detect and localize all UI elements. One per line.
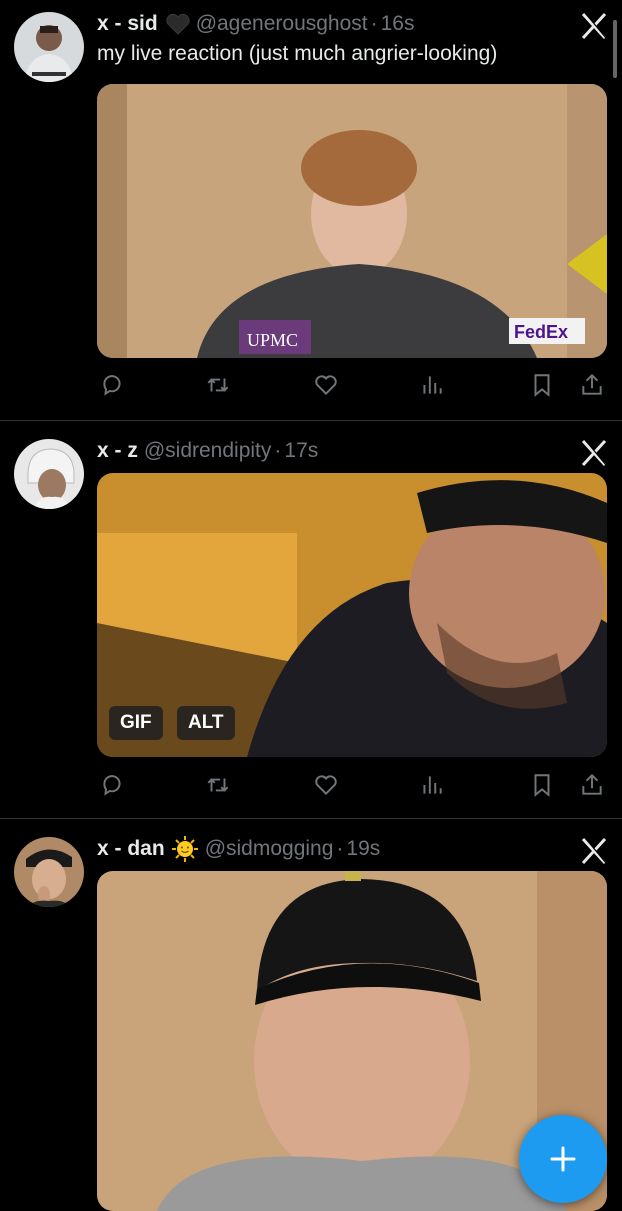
tweet-header: x - sid @agenerousghost · 16s	[97, 10, 414, 38]
reply-button[interactable]	[97, 370, 127, 400]
display-name[interactable]: x - sid	[97, 12, 158, 36]
avatar[interactable]	[14, 439, 84, 509]
views-button[interactable]	[417, 370, 447, 400]
plus-icon	[550, 1146, 576, 1172]
retweet-button[interactable]	[203, 370, 233, 400]
black-heart-icon	[166, 13, 190, 35]
bookmark-button[interactable]	[527, 770, 557, 800]
grok-x-icon[interactable]	[580, 837, 608, 865]
tweet-1[interactable]: x - sid @agenerousghost · 16s my live re…	[0, 0, 622, 420]
views-button[interactable]	[417, 770, 447, 800]
compose-button[interactable]	[519, 1115, 607, 1203]
timestamp[interactable]: 17s	[284, 439, 318, 463]
like-icon	[315, 375, 337, 396]
timestamp[interactable]: 19s	[346, 837, 380, 861]
like-button[interactable]	[311, 370, 341, 400]
sun-face-icon	[171, 835, 199, 863]
separator: ·	[336, 837, 344, 860]
views-icon	[423, 376, 442, 394]
share-button[interactable]	[577, 370, 607, 400]
bookmark-icon	[534, 374, 550, 397]
timestamp[interactable]: 16s	[381, 12, 415, 36]
handle[interactable]: @sidmogging	[205, 837, 334, 861]
reply-button[interactable]	[97, 770, 127, 800]
avatar[interactable]	[14, 837, 84, 907]
tweet-actions	[97, 370, 607, 400]
tweet-text: my live reaction (just much angrier-look…	[97, 42, 498, 65]
reply-icon	[103, 375, 121, 396]
separator: ·	[370, 12, 378, 35]
grok-x-icon[interactable]	[580, 12, 608, 40]
handle[interactable]: @sidrendipity	[144, 439, 272, 463]
retweet-button[interactable]	[203, 770, 233, 800]
tweet-actions	[97, 770, 607, 800]
avatar[interactable]	[14, 12, 84, 82]
bookmark-icon	[534, 774, 550, 797]
display-name[interactable]: x - z	[97, 439, 138, 463]
views-icon	[423, 776, 442, 794]
like-icon	[315, 775, 337, 796]
retweet-icon	[207, 378, 229, 392]
reply-icon	[103, 775, 121, 796]
alt-badge[interactable]: ALT	[177, 706, 235, 740]
tweet-2[interactable]: x - z @sidrendipity · 17s GIF ALT	[0, 421, 622, 818]
separator: ·	[274, 439, 282, 462]
display-name[interactable]: x - dan	[97, 837, 165, 861]
retweet-icon	[207, 778, 229, 792]
share-button[interactable]	[577, 770, 607, 800]
scrollbar[interactable]	[613, 20, 617, 78]
sponsor-fedex-label: FedEx	[514, 322, 568, 342]
share-icon	[582, 373, 602, 395]
tweet-media-gif[interactable]: GIF ALT	[97, 473, 607, 757]
tweet-media-image[interactable]: UPMC FedEx	[97, 84, 607, 358]
bookmark-button[interactable]	[527, 370, 557, 400]
like-button[interactable]	[311, 770, 341, 800]
grok-x-icon[interactable]	[580, 439, 608, 467]
tweet-header: x - dan @sidmogging · 19s	[97, 835, 380, 863]
share-icon	[582, 773, 602, 795]
sponsor-upmc-label: UPMC	[247, 330, 298, 350]
gif-badge: GIF	[109, 706, 163, 740]
tweet-header: x - z @sidrendipity · 17s	[97, 437, 318, 465]
handle[interactable]: @agenerousghost	[196, 12, 368, 36]
